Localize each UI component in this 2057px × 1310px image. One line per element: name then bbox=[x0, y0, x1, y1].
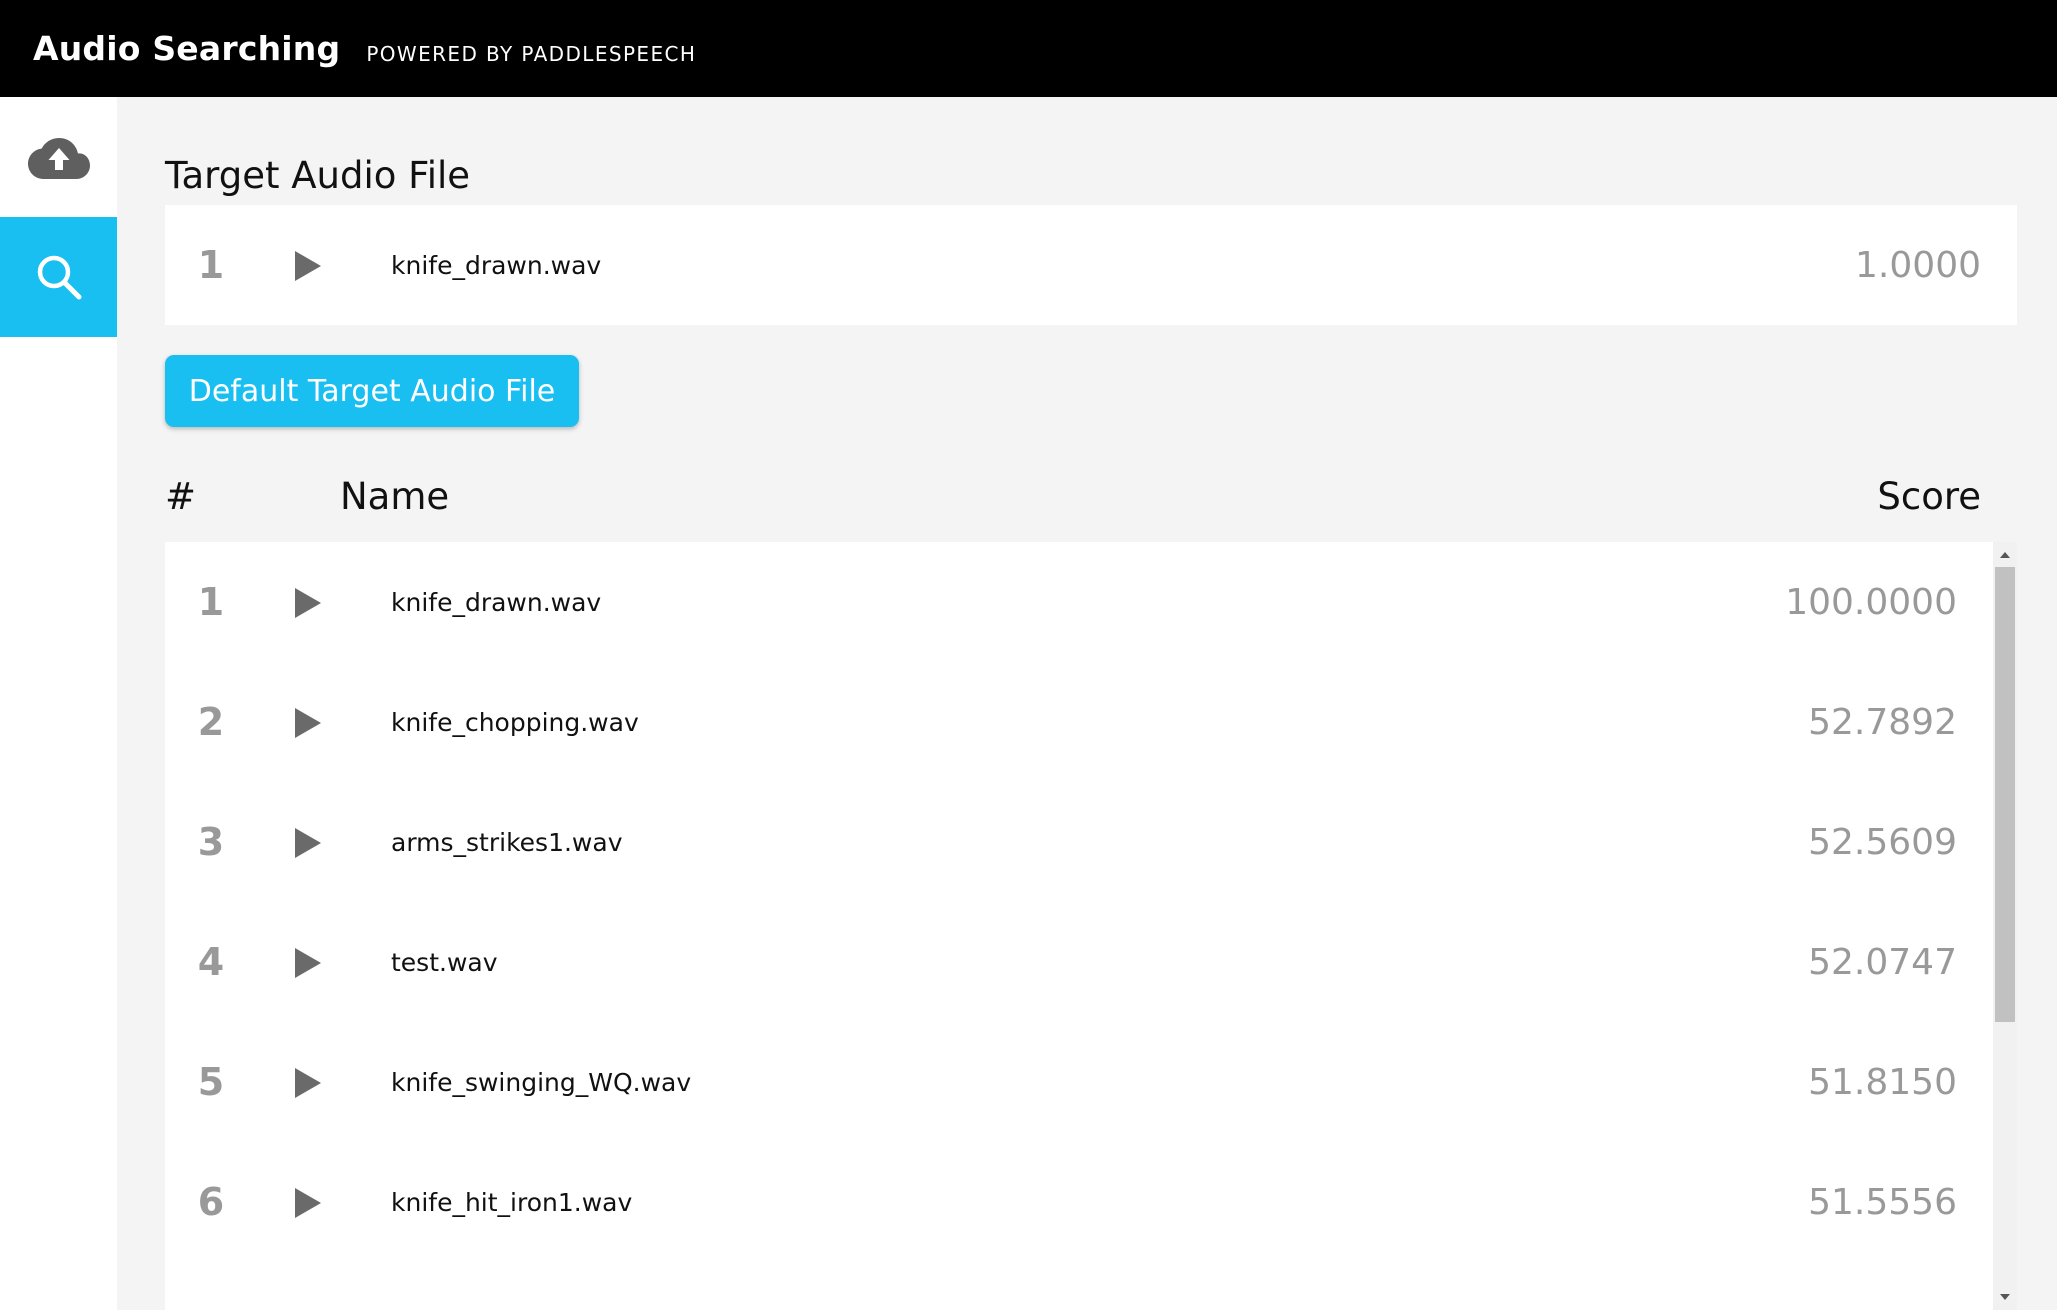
sidebar-item-search[interactable] bbox=[0, 217, 117, 337]
table-row[interactable]: 2 knife_chopping.wav 52.7892 bbox=[165, 662, 2017, 782]
column-header-name: Name bbox=[340, 475, 450, 518]
results-scrollbar[interactable] bbox=[1993, 542, 2017, 1310]
row-score: 100.0000 bbox=[1785, 581, 1957, 623]
scroll-down-arrow-icon[interactable] bbox=[2000, 1294, 2010, 1300]
table-row[interactable]: 3 arms_strikes1.wav 52.5609 bbox=[165, 782, 2017, 902]
play-icon[interactable] bbox=[295, 588, 321, 618]
play-icon[interactable] bbox=[295, 251, 321, 281]
column-header-score: Score bbox=[1877, 475, 1981, 518]
row-file-name: knife_hit_iron1.wav bbox=[391, 1187, 633, 1217]
row-score: 51.5556 bbox=[1808, 1181, 1957, 1223]
row-score: 52.7892 bbox=[1808, 701, 1957, 743]
row-file-name: arms_strikes1.wav bbox=[391, 827, 623, 857]
table-row[interactable]: 4 test.wav 52.0747 bbox=[165, 902, 2017, 1022]
row-file-name: knife_drawn.wav bbox=[391, 250, 602, 280]
play-icon[interactable] bbox=[295, 1188, 321, 1218]
play-icon[interactable] bbox=[295, 828, 321, 858]
main-content: Target Audio File 1 knife_drawn.wav 1.00… bbox=[117, 97, 2057, 1310]
table-row[interactable]: 6 knife_hit_iron1.wav 51.5556 bbox=[165, 1142, 2017, 1262]
app-subtitle: POWERED BY PADDLESPEECH bbox=[366, 41, 697, 66]
row-score: 51.8150 bbox=[1808, 1061, 1957, 1103]
row-index: 5 bbox=[197, 1060, 225, 1104]
play-icon[interactable] bbox=[295, 708, 321, 738]
default-target-audio-button[interactable]: Default Target Audio File bbox=[165, 355, 579, 427]
row-index: 1 bbox=[197, 580, 225, 624]
row-index: 1 bbox=[197, 243, 225, 287]
target-row: 1 knife_drawn.wav 1.0000 bbox=[165, 205, 2017, 325]
play-icon[interactable] bbox=[295, 948, 321, 978]
row-file-name: knife_chopping.wav bbox=[391, 707, 639, 737]
sidebar bbox=[0, 97, 117, 1310]
row-score: 52.0747 bbox=[1808, 941, 1957, 983]
row-file-name: knife_swinging_WQ.wav bbox=[391, 1067, 692, 1097]
table-row[interactable]: 1 knife_drawn.wav 100.0000 bbox=[165, 542, 2017, 662]
app-header: Audio Searching POWERED BY PADDLESPEECH bbox=[0, 0, 2057, 97]
results-list[interactable]: 1 knife_drawn.wav 100.0000 2 knife_chopp… bbox=[165, 542, 2017, 1310]
scrollbar-thumb[interactable] bbox=[1995, 567, 2015, 1022]
scroll-up-arrow-icon[interactable] bbox=[2000, 552, 2010, 558]
column-header-index: # bbox=[165, 475, 197, 518]
row-index: 4 bbox=[197, 940, 225, 984]
table-row[interactable]: 5 knife_swinging_WQ.wav 51.8150 bbox=[165, 1022, 2017, 1142]
play-icon[interactable] bbox=[295, 1068, 321, 1098]
app-title: Audio Searching bbox=[33, 29, 341, 68]
row-index: 2 bbox=[197, 700, 225, 744]
target-audio-card: 1 knife_drawn.wav 1.0000 bbox=[165, 205, 2017, 325]
row-score: 52.5609 bbox=[1808, 821, 1957, 863]
cloud-upload-icon bbox=[27, 138, 90, 179]
row-score: 1.0000 bbox=[1855, 244, 1981, 286]
row-index: 6 bbox=[197, 1180, 225, 1224]
row-index: 3 bbox=[197, 820, 225, 864]
target-section-title: Target Audio File bbox=[165, 154, 471, 197]
row-file-name: test.wav bbox=[391, 947, 498, 977]
search-icon bbox=[37, 255, 81, 300]
row-file-name: knife_drawn.wav bbox=[391, 587, 602, 617]
sidebar-item-upload[interactable] bbox=[0, 97, 117, 217]
